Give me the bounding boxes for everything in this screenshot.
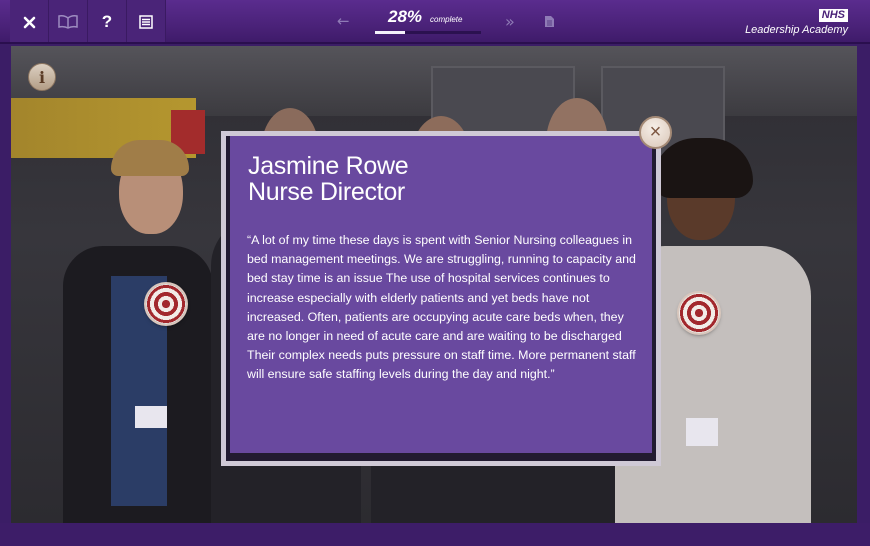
bottom-bar (0, 523, 870, 546)
app-frame: ? ← 28% complete » NHS Leadership Academ… (0, 0, 870, 546)
help-label: ? (101, 12, 113, 31)
brand-name: Leadership Academy (745, 24, 848, 36)
list-icon (139, 15, 153, 29)
person-right-hair (653, 138, 753, 198)
close-icon: × (649, 121, 662, 143)
progress-indicator: 28% complete (372, 5, 484, 37)
info-button[interactable]: i (28, 63, 56, 91)
progress-label: complete (430, 15, 463, 24)
person-left-hair (111, 140, 189, 176)
top-toolbar: ? ← 28% complete » NHS Leadership Academ… (0, 0, 870, 44)
resources-button[interactable] (49, 0, 88, 44)
book-icon (58, 15, 78, 29)
forward-arrow-icon[interactable]: » (505, 12, 515, 31)
info-icon: i (38, 67, 46, 87)
id-badge (135, 406, 167, 428)
back-arrow-icon[interactable]: ← (337, 12, 350, 30)
popup-frame: Jasmine Rowe Nurse Director “A lot of my… (226, 136, 656, 461)
person-role: Nurse Director (248, 178, 405, 206)
menu-button[interactable] (127, 0, 166, 44)
id-badge (686, 418, 718, 446)
progress-percent: 28% (388, 7, 423, 26)
popup-content: Jasmine Rowe Nurse Director “A lot of my… (230, 136, 652, 453)
person-quote: “A lot of my time these days is spent wi… (247, 233, 636, 382)
hotspot-target-left[interactable] (146, 284, 186, 324)
progress-fill (375, 31, 405, 34)
hotspot-target-right[interactable] (679, 293, 719, 333)
progress-track (375, 31, 481, 34)
popup-title: Jasmine Rowe Nurse Director (248, 152, 409, 206)
close-icon (23, 16, 35, 28)
close-course-button[interactable] (10, 0, 49, 44)
nhs-logo: NHS (818, 9, 848, 22)
help-button[interactable]: ? (88, 0, 127, 44)
profile-popup: Jasmine Rowe Nurse Director “A lot of my… (221, 131, 661, 466)
person-name: Jasmine Rowe (248, 152, 409, 180)
popup-close-button[interactable]: × (639, 116, 672, 149)
page-icon[interactable] (544, 15, 555, 28)
